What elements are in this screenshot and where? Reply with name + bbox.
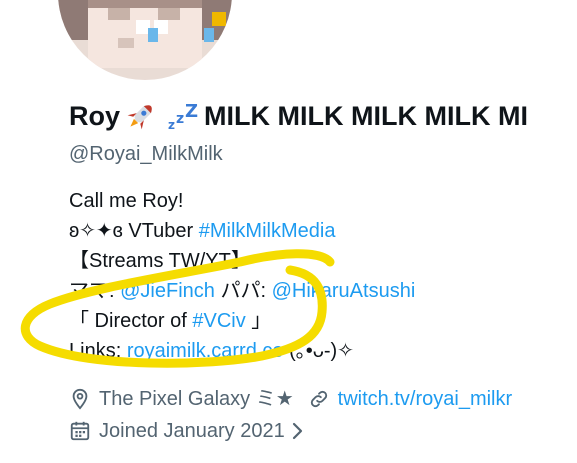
rocket-icon <box>124 99 158 133</box>
location-pin-icon <box>69 388 91 410</box>
bio-text: ʚ✧✦ɞ VTuber <box>69 220 199 242</box>
hashtag-link[interactable]: #MilkMilkMedia <box>199 216 336 246</box>
bio-text: Links: <box>69 340 127 362</box>
bio-line: Links: royaimilk.carrd.co (｡•ᴗ-)✧ <box>69 336 415 366</box>
profile-joined-date: Joined January 2021 <box>99 420 285 442</box>
bio-website-link[interactable]: royaimilk.carrd.co <box>127 336 284 366</box>
svg-text:Z: Z <box>185 101 198 122</box>
link-icon <box>308 388 330 410</box>
bio-text: パパ: <box>214 280 272 302</box>
hashtag-link[interactable]: #VCiv <box>192 306 245 336</box>
meta-row: Joined January 2021 <box>69 415 512 447</box>
profile-location: The Pixel Galaxy ミ★ <box>99 388 294 410</box>
bio-text: 【Streams TW/YT】 <box>69 250 251 272</box>
zzz-icon: z z Z <box>166 101 200 131</box>
calendar-icon <box>69 420 91 442</box>
meta-row: The Pixel Galaxy ミ★ twitch.tv/royai_milk… <box>69 383 512 415</box>
mention-link[interactable]: @JieFinch <box>120 276 215 306</box>
profile-meta: The Pixel Galaxy ミ★ twitch.tv/royai_milk… <box>69 383 512 447</box>
display-name: Roy <box>69 101 121 131</box>
bio-text: (｡•ᴗ-)✧ <box>283 340 354 362</box>
profile-bio: Call me Roy! ʚ✧✦ɞ VTuber #MilkMilkMedia … <box>69 186 415 366</box>
svg-text:z: z <box>168 118 175 131</box>
bio-text: ママ: <box>69 280 121 302</box>
bio-text: 「 Director of <box>69 310 193 332</box>
profile-name-row: Roy z z Z MILK MILK MILK MILK MI <box>69 96 528 136</box>
profile-website-link[interactable]: twitch.tv/royai_milkr <box>338 384 512 414</box>
bio-text: Call me Roy! <box>69 190 184 212</box>
profile-handle: @Royai_MilkMilk <box>69 143 223 165</box>
bio-text: 」 <box>245 310 272 332</box>
chevron-right-icon[interactable] <box>291 421 305 441</box>
svg-text:z: z <box>176 111 184 127</box>
bio-line: 「 Director of #VCiv 」 <box>69 306 415 336</box>
bio-line: 【Streams TW/YT】 <box>69 246 415 276</box>
display-name-suffix: MILK MILK MILK MILK MI <box>204 101 528 131</box>
bio-line: ママ: @JieFinch パパ: @HikaruAtsushi <box>69 276 415 306</box>
avatar[interactable] <box>58 0 232 80</box>
bio-line: ʚ✧✦ɞ VTuber #MilkMilkMedia <box>69 216 415 246</box>
bio-line: Call me Roy! <box>69 186 415 216</box>
mention-link[interactable]: @HikaruAtsushi <box>272 276 416 306</box>
